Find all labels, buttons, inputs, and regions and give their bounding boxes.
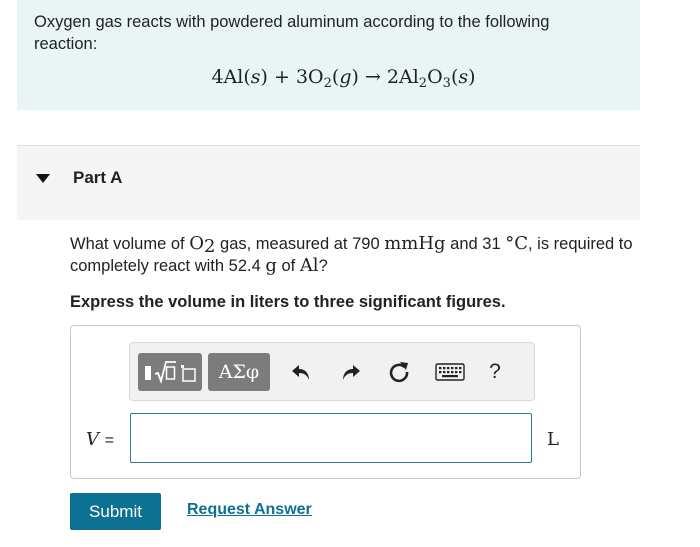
templates-button[interactable] (138, 353, 202, 391)
help-button[interactable]: ? (480, 357, 510, 387)
keyboard-icon (435, 363, 465, 381)
eq-o2: 3O (295, 66, 324, 88)
undo-button[interactable] (286, 357, 316, 387)
eq-sub: 2 (323, 76, 332, 91)
templates-icon (145, 361, 196, 384)
request-answer-link[interactable]: Request Answer (187, 501, 312, 519)
eq-plus: + (273, 66, 290, 88)
redo-icon (343, 365, 360, 380)
variable-label: V = (86, 429, 115, 450)
answer-panel: ΑΣφ ? V = L (70, 325, 581, 479)
eq-state: s (458, 66, 469, 88)
undo-icon (292, 365, 309, 380)
reset-icon (389, 362, 409, 383)
keyboard-button[interactable] (432, 357, 468, 387)
eq-al: 4Al (211, 66, 244, 88)
eq-arrow: → (364, 66, 381, 88)
greek-symbols-button[interactable]: ΑΣφ (208, 353, 270, 391)
eq-state: s (250, 66, 261, 88)
reset-button[interactable] (384, 357, 414, 387)
eq-sub: 2 (418, 76, 428, 91)
math-toolbar: ΑΣφ ? (129, 342, 535, 401)
answer-instruction: Express the volume in liters to three si… (70, 293, 506, 311)
eq-product: O (427, 66, 443, 88)
redo-button[interactable] (336, 357, 366, 387)
problem-intro: Oxygen gas reacts with powdered aluminum… (17, 0, 640, 110)
eq-product: 2Al (386, 66, 419, 88)
unit-label: L (547, 429, 559, 450)
answer-input[interactable] (130, 413, 532, 463)
part-title: Part A (73, 168, 123, 187)
intro-text: Oxygen gas reacts with powdered aluminum… (34, 13, 550, 53)
submit-button[interactable]: Submit (70, 493, 161, 530)
eq-sub: 3 (442, 76, 451, 91)
reaction-equation: 4Al(s) + 3O2(g) → 2Al2O3(s) (211, 66, 476, 91)
question-text: What volume of O2 gas, measured at 790 m… (70, 233, 633, 276)
collapse-caret-icon[interactable] (36, 174, 50, 183)
part-a-header[interactable]: Part A (17, 145, 640, 220)
eq-state: g (339, 66, 352, 88)
